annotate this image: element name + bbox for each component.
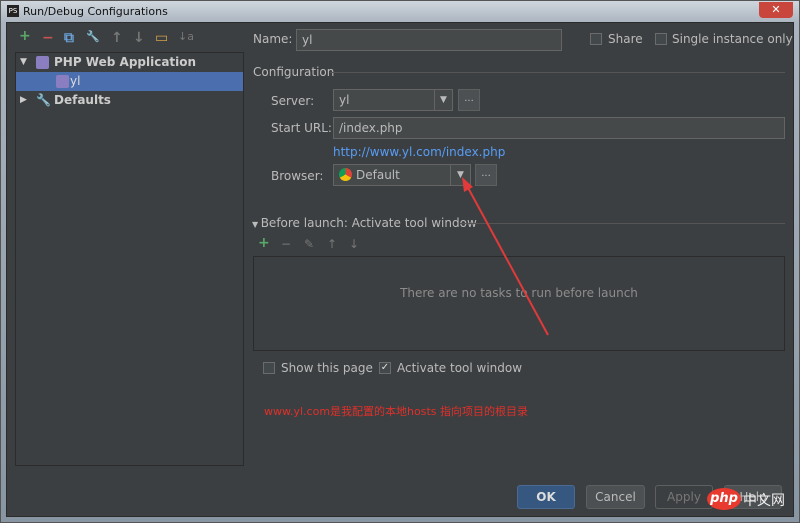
ok-button[interactable]: OK	[517, 485, 575, 509]
watermark-logo: php	[707, 488, 741, 510]
arrow-head	[462, 177, 473, 192]
arrow-line	[465, 183, 549, 336]
apply-button[interactable]: Apply	[655, 485, 713, 509]
cancel-button[interactable]: Cancel	[586, 485, 645, 509]
watermark-text: 中文网	[743, 493, 785, 509]
annotation-arrow	[462, 177, 549, 336]
